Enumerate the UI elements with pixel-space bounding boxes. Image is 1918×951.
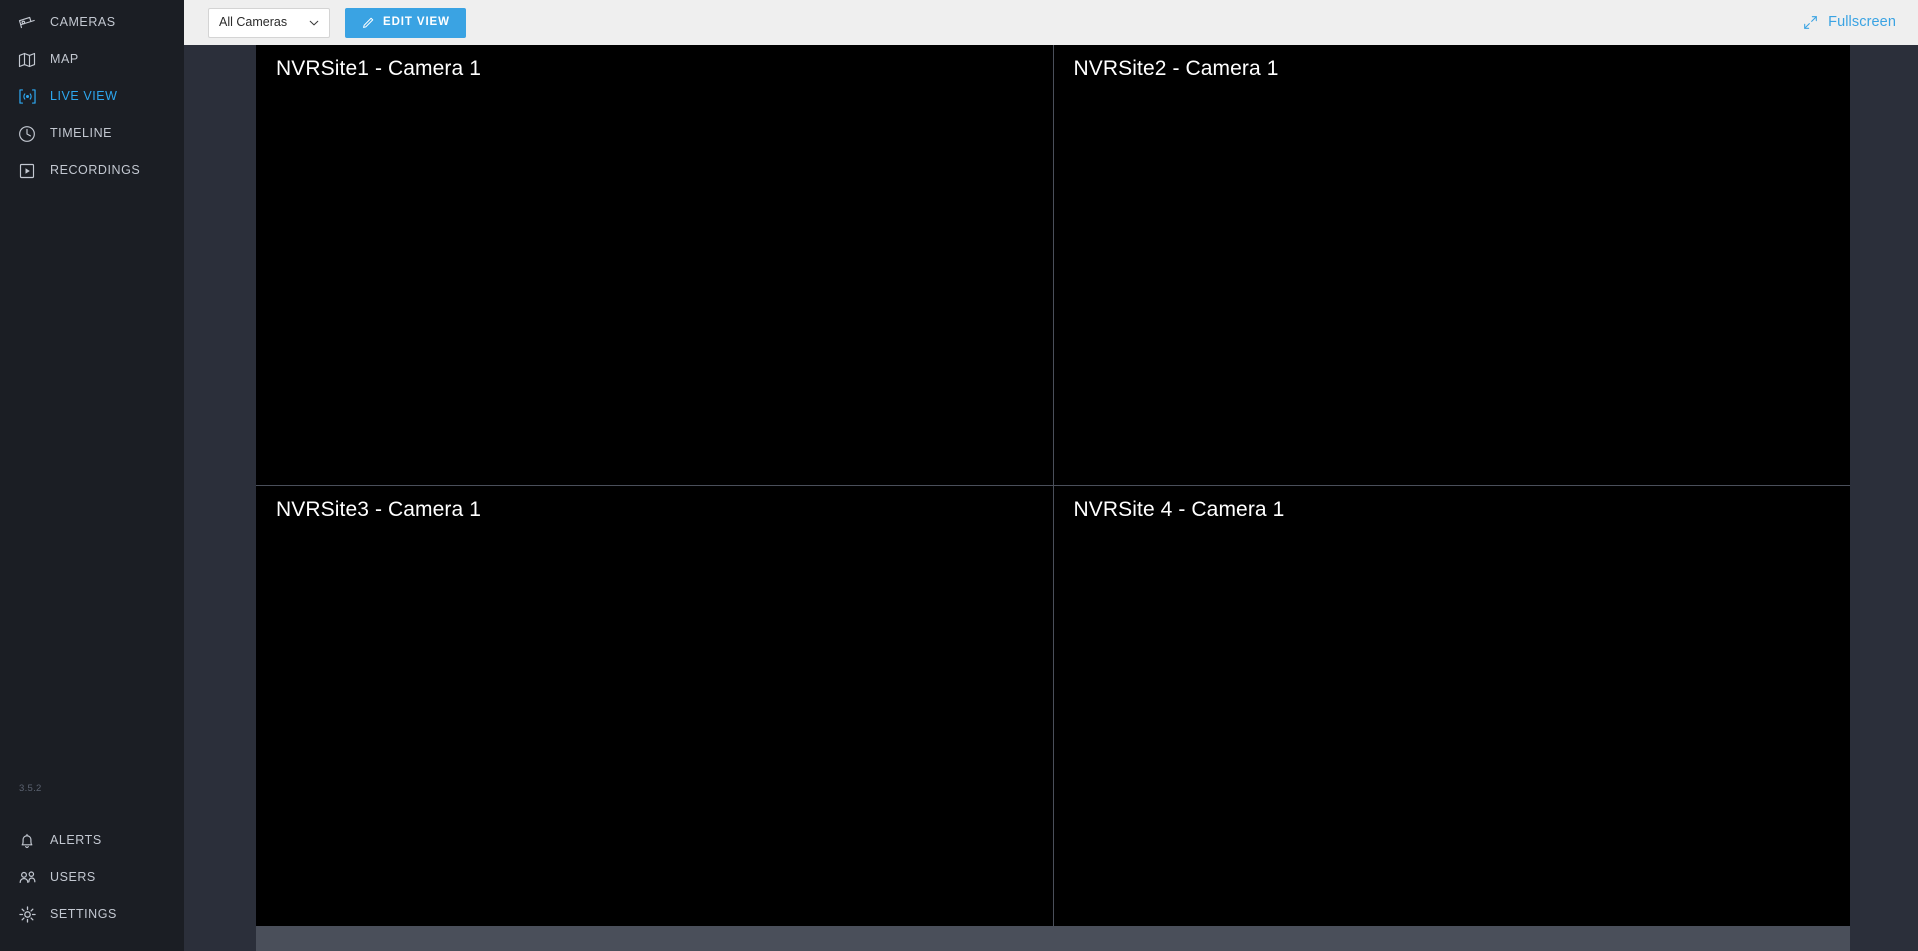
camera-tile[interactable]: NVRSite2 - Camera 1 bbox=[1053, 45, 1850, 485]
cctv-camera-icon bbox=[16, 12, 38, 34]
sidebar-item-label: USERS bbox=[50, 870, 96, 885]
live-view-grid-area: NVRSite1 - Camera 1 NVRSite2 - Camera 1 … bbox=[184, 45, 1918, 951]
app-version-label: 3.5.2 bbox=[19, 783, 42, 794]
live-broadcast-icon bbox=[16, 86, 38, 108]
camera-tile-label: NVRSite 4 - Camera 1 bbox=[1073, 498, 1285, 521]
sidebar-item-recordings[interactable]: RECORDINGS bbox=[0, 152, 184, 189]
sidebar-item-alerts[interactable]: ALERTS bbox=[0, 822, 184, 859]
camera-tile-label: NVRSite1 - Camera 1 bbox=[276, 57, 481, 80]
bell-icon bbox=[16, 830, 38, 852]
sidebar-primary-nav: CAMERAS MAP LIVE VIEW TIMELINE RECORDING… bbox=[0, 0, 184, 189]
expand-arrows-icon bbox=[1802, 14, 1819, 31]
map-icon bbox=[16, 49, 38, 71]
camera-tile-label: NVRSite2 - Camera 1 bbox=[1073, 57, 1279, 80]
sidebar-item-label: RECORDINGS bbox=[50, 163, 141, 178]
gear-icon bbox=[16, 904, 38, 926]
edit-view-button-label: EDIT VIEW bbox=[383, 15, 450, 28]
camera-filter-value: All Cameras bbox=[219, 15, 288, 30]
sidebar-item-users[interactable]: USERS bbox=[0, 859, 184, 896]
camera-grid: NVRSite1 - Camera 1 NVRSite2 - Camera 1 … bbox=[256, 45, 1850, 951]
app-root: CAMERAS MAP LIVE VIEW TIMELINE RECORDING… bbox=[0, 0, 1918, 951]
sidebar-item-label: ALERTS bbox=[50, 833, 102, 848]
camera-tile[interactable]: NVRSite 4 - Camera 1 bbox=[1053, 486, 1850, 926]
edit-view-button[interactable]: EDIT VIEW bbox=[345, 7, 466, 38]
sidebar-item-label: LIVE VIEW bbox=[50, 89, 118, 104]
sidebar-item-cameras[interactable]: CAMERAS bbox=[0, 4, 184, 41]
users-icon bbox=[16, 867, 38, 889]
main-content: All Cameras EDIT VIEW Fullscreen NVRSite… bbox=[184, 0, 1918, 951]
sidebar-item-label: TIMELINE bbox=[50, 126, 113, 141]
camera-filter-select[interactable]: All Cameras bbox=[208, 7, 330, 38]
sidebar-secondary-nav: ALERTS USERS SETTINGS bbox=[0, 822, 184, 951]
sidebar-item-label: CAMERAS bbox=[50, 15, 116, 30]
play-box-icon bbox=[16, 160, 38, 182]
chevron-down-icon bbox=[307, 16, 321, 30]
camera-tile-label: NVRSite3 - Camera 1 bbox=[276, 498, 481, 521]
fullscreen-button-label: Fullscreen bbox=[1828, 14, 1896, 31]
sidebar-item-map[interactable]: MAP bbox=[0, 41, 184, 78]
sidebar: CAMERAS MAP LIVE VIEW TIMELINE RECORDING… bbox=[0, 0, 184, 951]
sidebar-item-live-view[interactable]: LIVE VIEW bbox=[0, 78, 184, 115]
sidebar-item-label: MAP bbox=[50, 52, 79, 67]
sidebar-item-label: SETTINGS bbox=[50, 907, 117, 922]
sidebar-item-timeline[interactable]: TIMELINE bbox=[0, 115, 184, 152]
camera-tile[interactable]: NVRSite1 - Camera 1 bbox=[256, 45, 1053, 485]
pencil-icon bbox=[361, 16, 375, 30]
camera-tile[interactable]: NVRSite3 - Camera 1 bbox=[256, 486, 1053, 926]
sidebar-item-settings[interactable]: SETTINGS bbox=[0, 896, 184, 933]
clock-icon bbox=[16, 123, 38, 145]
live-view-toolbar: All Cameras EDIT VIEW Fullscreen bbox=[184, 0, 1918, 45]
fullscreen-button[interactable]: Fullscreen bbox=[1800, 10, 1898, 35]
